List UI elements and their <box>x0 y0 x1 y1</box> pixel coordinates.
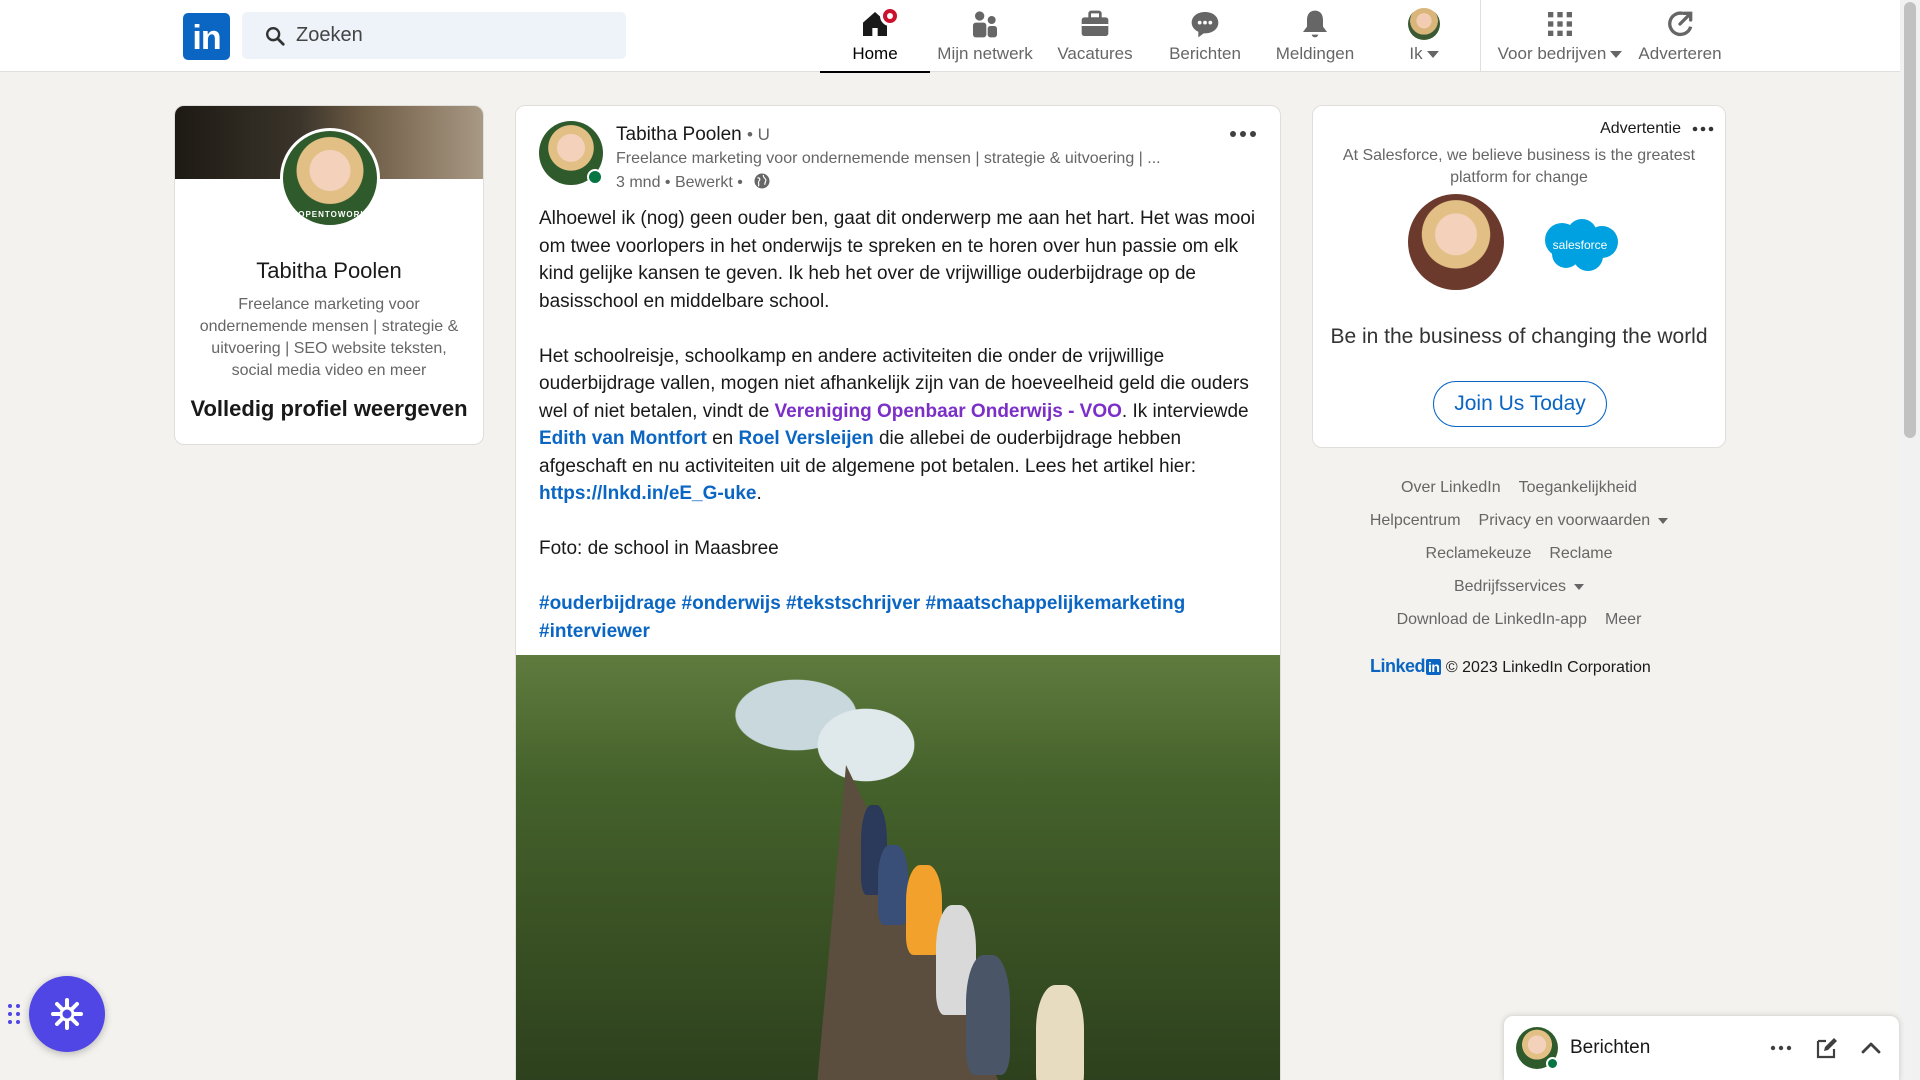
copyright-text: © 2023 LinkedIn Corporation <box>1445 659 1651 676</box>
photo-child <box>1036 985 1084 1080</box>
nav-jobs-label: Vacatures <box>1057 44 1133 63</box>
grid-icon <box>1548 12 1572 36</box>
nav-me-label: Ik <box>1409 44 1423 63</box>
more-options-icon[interactable] <box>1226 122 1260 146</box>
nav-me[interactable]: Ik <box>1378 0 1470 72</box>
post-paragraph: Foto: de school in Maasbree <box>539 538 779 559</box>
post-text: Alhoewel ik (nog) geen ouder ben, gaat d… <box>539 205 1265 673</box>
scrollbar[interactable] <box>1900 0 1920 1080</box>
nav-notifications[interactable]: Meldingen <box>1260 0 1370 72</box>
linkedin-wordmark: Linked in <box>1370 656 1442 676</box>
join-us-today-button[interactable]: Join Us Today <box>1433 381 1607 427</box>
svg-text:salesforce: salesforce <box>1553 238 1608 252</box>
connection-degree: • U <box>747 125 770 144</box>
ad-label: Advertentie <box>1600 120 1681 137</box>
nav-notifications-label: Meldingen <box>1275 44 1355 63</box>
more-options-icon[interactable] <box>1768 1035 1794 1061</box>
post-author-name[interactable]: Tabitha Poolen <box>616 124 742 145</box>
more-options-icon[interactable] <box>1691 120 1715 138</box>
view-full-profile-link[interactable]: Volledig profiel weergeven <box>175 396 483 422</box>
megaphone-icon <box>1668 11 1693 37</box>
photo-child <box>966 955 1010 1075</box>
footer-links: Over LinkedIn Toegankelijkheid Helpcentru… <box>1312 474 1726 639</box>
drag-handle-icon[interactable] <box>7 1003 21 1025</box>
salesforce-logo: salesforce <box>1545 219 1618 271</box>
footer-link-accessibility[interactable]: Toegankelijkheid <box>1519 479 1637 496</box>
photo-child <box>878 845 908 925</box>
top-nav: in Home Mijn netwerk Vacatures Berichten… <box>0 0 1900 73</box>
footer-link-advertising[interactable]: Reclame <box>1549 545 1612 562</box>
sparkle-icon <box>51 998 83 1030</box>
chevron-down-icon <box>1426 51 1439 59</box>
online-status-dot <box>587 169 603 185</box>
article-link[interactable]: https://lnkd.in/eE_G-uke <box>539 483 756 504</box>
nav-my-network-label: Mijn netwerk <box>937 44 1033 63</box>
copyright: Linked in © 2023 LinkedIn Corporation <box>1370 656 1651 677</box>
online-status-dot <box>1546 1057 1559 1070</box>
bell-icon <box>1303 10 1327 38</box>
profile-name[interactable]: Tabitha Poolen <box>175 258 483 284</box>
post-photo[interactable] <box>516 655 1280 1080</box>
chevron-up-icon[interactable] <box>1858 1035 1884 1061</box>
chevron-down-icon <box>1574 583 1585 590</box>
nav-for-business[interactable]: Voor bedrijven <box>1490 0 1630 72</box>
nav-home-label: Home <box>852 44 898 63</box>
briefcase-icon <box>1081 10 1109 36</box>
nav-my-network[interactable]: Mijn netwerk <box>930 0 1040 72</box>
footer-link-business-services[interactable]: Bedrijfsservices <box>1454 578 1585 595</box>
footer-link-ad-choices[interactable]: Reclamekeuze <box>1426 545 1532 562</box>
nav-home[interactable]: Home <box>820 0 930 73</box>
linkedin-logo[interactable]: in <box>183 13 230 60</box>
avatar <box>1408 8 1440 40</box>
feed-post: Tabitha Poolen • U Freelance marketing v… <box>515 105 1281 1080</box>
footer-link-more[interactable]: Meer <box>1605 611 1641 628</box>
profile-headline: Freelance marketing voor ondernemende me… <box>199 296 459 379</box>
organization-mention-link[interactable]: Vereniging Openbaar Onderwijs - VOO <box>775 401 1122 422</box>
chat-icon <box>1191 12 1219 38</box>
footer-link-help[interactable]: Helpcentrum <box>1370 512 1461 529</box>
footer-link-about[interactable]: Over LinkedIn <box>1401 479 1501 496</box>
messaging-bar[interactable]: Berichten <box>1503 1015 1900 1080</box>
ad-headline: Be in the business of changing the world <box>1330 325 1708 348</box>
nav-messages-label: Berichten <box>1169 44 1241 63</box>
person-mention-link[interactable]: Edith van Montfort <box>539 428 707 449</box>
nav-divider <box>1480 0 1481 72</box>
ad-card: Advertentie At Salesforce, we believe bu… <box>1312 105 1726 448</box>
footer-link-app[interactable]: Download de LinkedIn-app <box>1397 611 1587 628</box>
chevron-down-icon <box>1658 517 1669 524</box>
globe-icon <box>754 173 770 189</box>
scrollbar-thumb[interactable] <box>1904 2 1916 438</box>
profile-card: #OPENTOWORK Tabitha Poolen Freelance mar… <box>174 105 484 445</box>
nav-for-business-label: Voor bedrijven <box>1497 44 1607 63</box>
assistant-button[interactable] <box>29 976 105 1052</box>
network-icon <box>973 11 997 38</box>
nav-messages[interactable]: Berichten <box>1150 0 1260 72</box>
post-hashtags[interactable]: #ouderbijdrage #onderwijs #tekstschrijve… <box>539 590 1265 645</box>
post-author-headline: Freelance marketing voor ondernemende me… <box>616 150 1161 167</box>
open-to-work-badge: #OPENTOWORK <box>292 210 368 219</box>
footer-link-privacy[interactable]: Privacy en voorwaarden <box>1479 512 1669 529</box>
nav-advertise-label: Adverteren <box>1638 44 1722 63</box>
compose-icon[interactable] <box>1814 1035 1840 1061</box>
post-timestamp: 3 mnd • Bewerkt • <box>616 174 743 191</box>
search-input[interactable] <box>296 12 616 59</box>
ad-text: At Salesforce, we believe business is th… <box>1342 147 1696 186</box>
profile-avatar[interactable]: #OPENTOWORK <box>280 128 380 228</box>
nav-advertise[interactable]: Adverteren <box>1630 0 1730 72</box>
post-paragraph: Het schoolreisje, schoolkamp en andere a… <box>539 345 1249 505</box>
ad-user-avatar <box>1408 194 1504 290</box>
notification-badge <box>880 6 900 26</box>
search-icon <box>266 27 285 46</box>
messaging-title[interactable]: Berichten <box>1570 1037 1650 1059</box>
nav-jobs[interactable]: Vacatures <box>1040 0 1150 72</box>
chevron-down-icon <box>1610 51 1623 59</box>
post-paragraph: Alhoewel ik (nog) geen ouder ben, gaat d… <box>539 208 1256 312</box>
search-box[interactable] <box>242 12 626 59</box>
person-mention-link[interactable]: Roel Versleijen <box>739 428 874 449</box>
